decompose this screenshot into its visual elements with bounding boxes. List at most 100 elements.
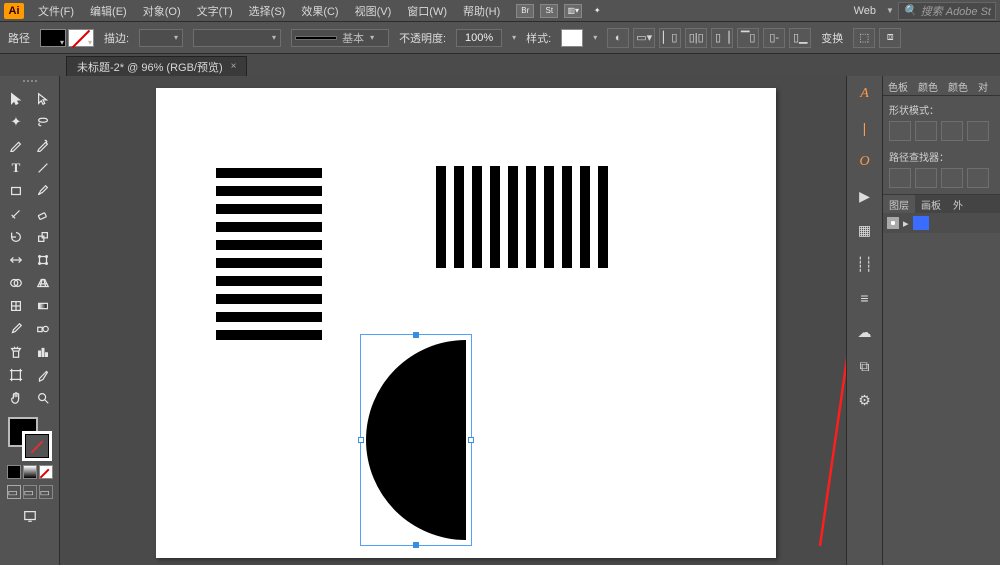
- paragraph-panel-icon[interactable]: |: [854, 118, 876, 138]
- align-hcenter-button[interactable]: ▯|▯: [685, 28, 707, 48]
- shaper-tool[interactable]: [3, 203, 29, 225]
- mesh-tool[interactable]: [3, 295, 29, 317]
- perspective-grid-tool[interactable]: [30, 272, 56, 294]
- shape-builder-tool[interactable]: [3, 272, 29, 294]
- menu-select[interactable]: 选择(S): [243, 1, 292, 21]
- gpu-icon[interactable]: ✦: [588, 4, 606, 18]
- toolbox-handle[interactable]: [10, 80, 50, 86]
- tab-color2[interactable]: 颜色: [943, 76, 973, 95]
- search-box[interactable]: 🔍 搜索 Adobe St: [898, 2, 996, 20]
- align-bottom-button[interactable]: ▯▁: [789, 28, 811, 48]
- menu-type[interactable]: 文字(T): [191, 1, 239, 21]
- transform-link[interactable]: 变换: [821, 30, 843, 46]
- eraser-tool[interactable]: [30, 203, 56, 225]
- color-mode-gradient[interactable]: [23, 465, 37, 479]
- menu-file[interactable]: 文件(F): [32, 1, 80, 21]
- rectangle-tool[interactable]: [3, 180, 29, 202]
- screen-mode-button[interactable]: [17, 505, 43, 527]
- properties-panel-icon[interactable]: ⚙: [854, 390, 876, 410]
- pathfinder-panel-icon[interactable]: ┊┊: [854, 254, 876, 274]
- isolate-button[interactable]: ⬚: [853, 28, 875, 48]
- tab-swatches[interactable]: 色板: [883, 76, 913, 95]
- line-tool[interactable]: [30, 157, 56, 179]
- exclude-button[interactable]: [967, 121, 989, 141]
- visibility-toggle-icon[interactable]: [887, 217, 899, 229]
- unite-button[interactable]: [889, 121, 911, 141]
- layer-expand-icon[interactable]: ▸: [903, 217, 909, 230]
- paragraph-styles-icon[interactable]: ≡: [854, 288, 876, 308]
- align-panel-icon[interactable]: ▦: [854, 220, 876, 240]
- hand-tool[interactable]: [3, 387, 29, 409]
- anchor-top[interactable]: [413, 332, 419, 338]
- variable-width-profile[interactable]: ▾: [193, 29, 281, 47]
- swatches-panel-icon[interactable]: ⧉: [854, 356, 876, 376]
- curvature-tool[interactable]: [30, 134, 56, 156]
- trim-button[interactable]: [915, 168, 937, 188]
- stroke-indicator[interactable]: [22, 431, 52, 461]
- fill-stroke-indicator[interactable]: [6, 417, 54, 461]
- width-tool[interactable]: [3, 249, 29, 271]
- close-tab-icon[interactable]: ×: [231, 61, 237, 72]
- actions-panel-icon[interactable]: ▶: [854, 186, 876, 206]
- anchor-bottom[interactable]: [413, 542, 419, 548]
- tab-extra[interactable]: 外: [947, 195, 969, 213]
- graphic-style-swatch[interactable]: [561, 29, 583, 47]
- tab-artboards[interactable]: 画板: [915, 195, 947, 213]
- style-chevron-icon[interactable]: ▾: [593, 33, 597, 42]
- direct-selection-tool[interactable]: [30, 88, 56, 110]
- opacity-chevron-icon[interactable]: ▾: [512, 33, 516, 42]
- color-mode-solid[interactable]: [7, 465, 21, 479]
- lasso-tool[interactable]: [30, 111, 56, 133]
- type-tool[interactable]: T: [3, 157, 29, 179]
- menu-edit[interactable]: 编辑(E): [84, 1, 133, 21]
- tab-color1[interactable]: 颜色: [913, 76, 943, 95]
- tab-layers[interactable]: 图层: [883, 195, 915, 213]
- arrange-docs-icon[interactable]: ▥▾: [564, 4, 582, 18]
- blend-tool[interactable]: [30, 318, 56, 340]
- align-top-button[interactable]: ▔▯: [737, 28, 759, 48]
- fill-swatch[interactable]: ▾: [40, 29, 66, 47]
- character-panel-icon[interactable]: A: [854, 84, 876, 104]
- anchor-left[interactable]: [358, 437, 364, 443]
- selection-tool[interactable]: [3, 88, 29, 110]
- scale-tool[interactable]: [30, 226, 56, 248]
- selection-bounding-box[interactable]: [360, 334, 472, 546]
- merge-button[interactable]: [941, 168, 963, 188]
- opentype-panel-icon[interactable]: O: [854, 152, 876, 172]
- stroke-swatch[interactable]: ▾: [68, 29, 94, 47]
- stock-icon[interactable]: St: [540, 4, 558, 18]
- align-right-button[interactable]: ▯▕: [711, 28, 733, 48]
- workspace-switcher[interactable]: Web ▼: [850, 3, 894, 19]
- edit-clip-button[interactable]: ⧈: [879, 28, 901, 48]
- intersect-button[interactable]: [941, 121, 963, 141]
- anchor-right[interactable]: [468, 437, 474, 443]
- slice-tool[interactable]: [30, 364, 56, 386]
- pen-tool[interactable]: [3, 134, 29, 156]
- menu-object[interactable]: 对象(O): [137, 1, 187, 21]
- menu-help[interactable]: 帮助(H): [457, 1, 506, 21]
- menu-view[interactable]: 视图(V): [349, 1, 398, 21]
- crop-button[interactable]: [967, 168, 989, 188]
- opacity-field[interactable]: 100%: [456, 29, 502, 47]
- minus-front-button[interactable]: [915, 121, 937, 141]
- zoom-tool[interactable]: [30, 387, 56, 409]
- rotate-tool[interactable]: [3, 226, 29, 248]
- symbol-sprayer-tool[interactable]: [3, 341, 29, 363]
- divide-button[interactable]: [889, 168, 911, 188]
- libraries-panel-icon[interactable]: ☁: [854, 322, 876, 342]
- eyedropper-tool[interactable]: [3, 318, 29, 340]
- align-left-button[interactable]: ▏▯: [659, 28, 681, 48]
- layer-row[interactable]: ▸: [883, 213, 1000, 233]
- align-dropdown-button[interactable]: ▭▾: [633, 28, 655, 48]
- align-vcenter-button[interactable]: ▯-: [763, 28, 785, 48]
- column-graph-tool[interactable]: [30, 341, 56, 363]
- brush-definition[interactable]: 基本 ▾: [291, 29, 389, 47]
- menu-effect[interactable]: 效果(C): [295, 1, 344, 21]
- color-mode-none[interactable]: [39, 465, 53, 479]
- free-transform-tool[interactable]: [30, 249, 56, 271]
- recolor-artwork-button[interactable]: ◐: [607, 28, 629, 48]
- bridge-icon[interactable]: Br: [516, 4, 534, 18]
- draw-normal-button[interactable]: ▭: [7, 485, 21, 499]
- menu-window[interactable]: 窗口(W): [401, 1, 453, 21]
- draw-behind-button[interactable]: ▭: [23, 485, 37, 499]
